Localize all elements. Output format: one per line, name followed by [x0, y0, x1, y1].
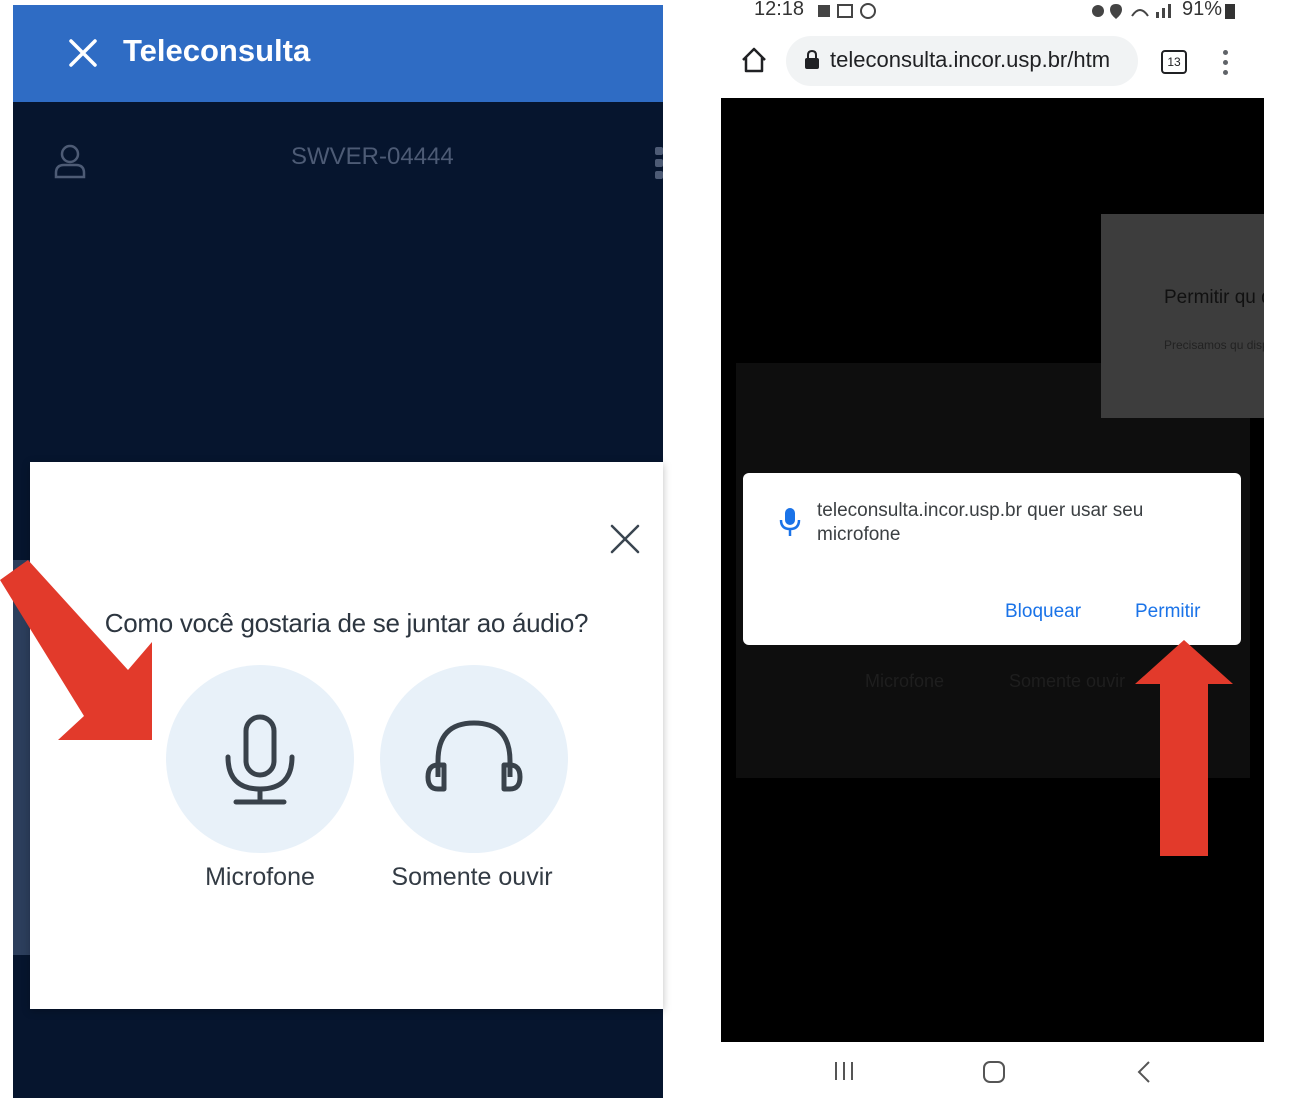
dimmed-dialog-subtitle: Precisamos qu dispositivos de	[1164, 338, 1264, 352]
dimmed-microphone-label: Microfone	[865, 671, 945, 691]
home-icon[interactable]	[740, 46, 768, 74]
microphone-icon	[779, 508, 801, 536]
allow-button[interactable]: Permitir	[1135, 601, 1200, 623]
app-header: Teleconsulta	[13, 5, 663, 102]
signal-icons	[1092, 4, 1171, 19]
battery-level: 91%	[1182, 0, 1223, 20]
red-arrow-indicator	[0, 560, 152, 740]
home-button-icon[interactable]	[982, 1060, 1006, 1084]
recent-apps-icon[interactable]	[832, 1060, 856, 1082]
address-bar[interactable]: teleconsulta.incor.usp.br/htm	[786, 36, 1138, 86]
microphone-permission-prompt: teleconsulta.incor.usp.br quer usar seu …	[743, 473, 1241, 645]
url-text: teleconsulta.incor.usp.br/htm	[830, 47, 1111, 72]
browser-toolbar: teleconsulta.incor.usp.br/htm 13	[720, 24, 1265, 98]
user-icon[interactable]	[53, 143, 87, 179]
dimmed-device-dialog: Permitir qu dispositivos Precisamos qu d…	[1101, 214, 1264, 418]
status-time: 12:18	[754, 0, 805, 20]
microphone-button[interactable]	[166, 665, 354, 853]
back-icon[interactable]	[1136, 1060, 1152, 1084]
headphones-icon	[425, 720, 523, 792]
block-button[interactable]: Bloquear	[1005, 601, 1081, 623]
dimmed-listen-label: Somente ouvir	[1009, 671, 1126, 691]
notification-icons	[818, 3, 876, 19]
android-navigation-bar	[720, 1042, 1265, 1098]
red-arrow-indicator	[1135, 640, 1233, 856]
lock-icon	[805, 50, 819, 69]
app-title: Teleconsulta	[123, 33, 311, 68]
listen-only-button[interactable]	[380, 665, 568, 853]
meeting-id: SWVER-04444	[291, 143, 454, 170]
browser-menu-icon[interactable]	[1222, 50, 1230, 76]
listen-only-label: Somente ouvir	[391, 863, 553, 891]
tab-switcher-button[interactable]: 13	[1161, 50, 1187, 74]
permission-message: teleconsulta.incor.usp.br quer usar seu …	[817, 500, 1144, 545]
dimmed-dialog-title: Permitir qu dispositivos	[1164, 287, 1264, 308]
more-options-icon[interactable]	[653, 145, 663, 181]
microphone-icon	[225, 714, 295, 805]
microphone-label: Microfone	[205, 863, 315, 891]
close-icon[interactable]	[608, 522, 642, 556]
battery-icon	[1225, 4, 1235, 19]
status-bar: 12:18 91%	[720, 0, 1265, 22]
close-icon[interactable]	[65, 35, 101, 71]
